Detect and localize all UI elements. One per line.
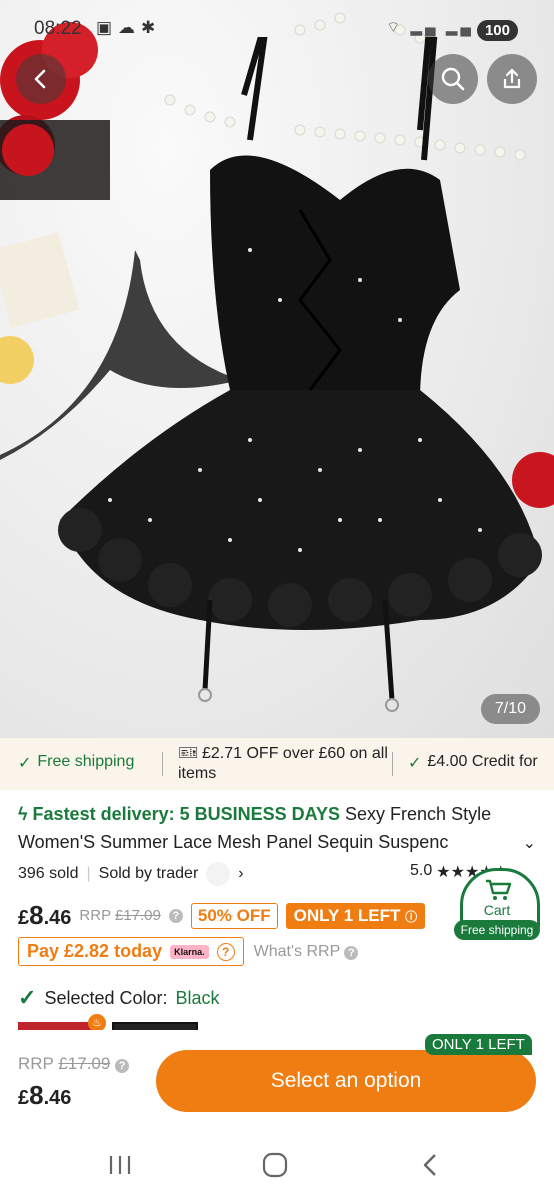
info-icon: ⓘ [405, 909, 418, 924]
cart-button[interactable]: Cart Free shipping [454, 868, 540, 942]
bottom-action-bar: RRP £17.09 ? £8.46 Select an option ONLY… [0, 1030, 554, 1140]
status-time: 08:22 [34, 18, 82, 39]
rrp: RRP £17.09 [79, 907, 160, 924]
bottom-rrp-value: £17.09 [58, 1054, 111, 1073]
recent-apps-icon[interactable] [108, 1154, 132, 1176]
status-bar: 08:22 ▣☁✱ ⌔ ▂▄ ▂▄ 100 [0, 0, 554, 60]
status-notification-icons: ▣☁✱ [96, 18, 162, 37]
meta-divider: | [86, 865, 91, 882]
help-icon[interactable]: ? [115, 1059, 130, 1073]
cart-icon [486, 879, 512, 900]
bottom-price-symbol: £ [18, 1087, 30, 1109]
back-button[interactable] [16, 54, 66, 104]
bottom-rrp-label: RRP [18, 1054, 54, 1073]
bottom-price: £8.46 [18, 1080, 71, 1111]
product-meta: 396 sold | Sold by trader › [18, 862, 244, 886]
rrp-value: £17.09 [114, 907, 161, 924]
title-text-2: Women'S Summer Lace Mesh Panel Sequin Su… [18, 832, 449, 852]
selected-color-row: ✓ Selected Color: Black [18, 985, 220, 1011]
pay-today-label: Pay £2.82 today [27, 941, 163, 961]
battery-indicator: 100 [476, 20, 518, 41]
seller-logo[interactable] [206, 862, 231, 886]
status-signal-icons: ⌔ ▂▄ ▂▄ [386, 19, 474, 36]
check-icon: ✓ [408, 755, 422, 772]
promo-discount-label: £2.71 OFF over £60 on all items [178, 745, 388, 782]
check-icon: ✓ [18, 985, 37, 1010]
cart-label: Cart [483, 902, 511, 918]
share-icon [503, 68, 521, 89]
promo-credit-label: £4.00 Credit for [427, 753, 538, 770]
search-button[interactable] [428, 54, 478, 104]
whats-rrp-label: What's RRP [253, 942, 340, 960]
klarna-pay[interactable]: Pay £2.82 today Klarna. ? [18, 937, 244, 966]
pay-row: Pay £2.82 today Klarna. ? What's RRP ? [18, 937, 359, 966]
price-symbol: £ [18, 907, 30, 929]
help-icon[interactable]: ? [168, 908, 183, 923]
bottom-price-dec: .46 [43, 1087, 72, 1109]
lightning-icon: ϟ [18, 804, 28, 824]
sold-count: 396 sold [18, 865, 79, 882]
price-row: £8.46 RRP £17.09 ? 50% OFF ONLY 1 LEFT ⓘ [18, 900, 426, 931]
check-icon: ✓ [18, 755, 32, 772]
discount-badge: 50% OFF [190, 902, 278, 929]
promo-divider [162, 752, 163, 776]
promo-strip[interactable]: ✓ Free shipping 🎫︎ £2.71 OFF over £60 on… [0, 738, 554, 790]
help-icon: ? [344, 945, 359, 960]
product-image[interactable]: 08:22 ▣☁✱ ⌔ ▂▄ ▂▄ 100 7/10 [0, 0, 554, 738]
product-photo [0, 12, 554, 712]
chevron-right-icon[interactable]: › [238, 865, 243, 883]
stock-tag: ONLY 1 LEFT [425, 1034, 532, 1055]
home-icon[interactable] [262, 1152, 288, 1178]
select-option-button[interactable]: Select an option [156, 1050, 536, 1112]
system-nav-bar [0, 1140, 554, 1200]
whats-rrp[interactable]: What's RRP ? [254, 943, 359, 961]
product-title[interactable]: ϟ Fastest delivery: 5 BUSINESS DAYS Sexy… [18, 800, 536, 856]
klarna-logo: Klarna. [170, 944, 209, 959]
nav-back-icon[interactable] [420, 1152, 440, 1178]
bottom-price-int: 8 [29, 1080, 44, 1110]
sold-by[interactable]: Sold by trader [99, 865, 199, 883]
promo-discount[interactable]: 🎫︎ £2.71 OFF over £60 on all items [178, 744, 388, 784]
coupon-icon: 🎫︎ [178, 745, 199, 762]
price-dec: .46 [43, 907, 72, 929]
title-text-1: Sexy French Style [345, 804, 492, 824]
selected-color-label: Selected Color: [44, 987, 168, 1008]
help-icon: ? [216, 942, 235, 961]
fastest-delivery: Fastest delivery: 5 BUSINESS DAYS [32, 804, 341, 824]
rating-value: 5.0 [410, 862, 433, 879]
rrp-label: RRP [79, 907, 111, 924]
selected-color-value: Black [175, 987, 220, 1008]
promo-credit[interactable]: ✓ £4.00 Credit for [408, 753, 538, 773]
search-icon [441, 67, 465, 91]
price-int: 8 [29, 900, 44, 930]
chevron-left-icon [34, 69, 46, 89]
stock-badge-label: ONLY 1 LEFT [293, 905, 401, 925]
promo-free-shipping[interactable]: ✓ Free shipping [18, 753, 134, 773]
share-button[interactable] [487, 54, 537, 104]
stock-badge: ONLY 1 LEFT ⓘ [285, 902, 426, 929]
promo-free-shipping-label: Free shipping [37, 753, 135, 770]
bottom-rrp: RRP £17.09 ? [18, 1054, 130, 1074]
gallery-counter: 7/10 [480, 694, 540, 724]
promo-divider [392, 752, 393, 776]
price: £8.46 [18, 900, 71, 931]
cart-free-shipping: Free shipping [454, 920, 540, 940]
chevron-down-icon[interactable]: ⌄ [523, 830, 536, 858]
